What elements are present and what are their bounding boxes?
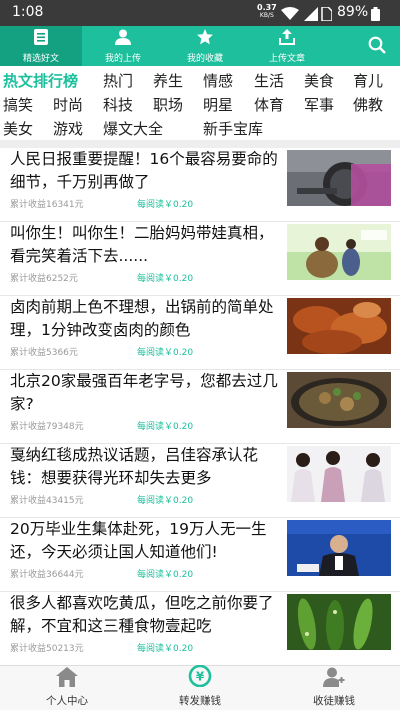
net-speed-value: 0.37	[257, 3, 277, 12]
nav-label: 收徒赚钱	[313, 695, 355, 707]
article-thumbnail	[287, 520, 391, 576]
category-grid: 热文排行榜 热门 养生 情感 生活 美食 育儿 搞笑 时尚 科技 职场 明星 体…	[0, 66, 400, 140]
net-speed-unit: KB/S	[259, 12, 274, 19]
category-item[interactable]: 育儿	[353, 70, 383, 91]
nav-label: 转发赚钱	[179, 695, 221, 707]
tab-label: 精选好文	[22, 53, 59, 64]
nav-personal-center[interactable]: 个人中心	[30, 666, 104, 710]
category-item[interactable]: 爆文大全	[103, 118, 163, 139]
category-item[interactable]: 游戏	[53, 118, 83, 139]
category-row: 搞笑 时尚 科技 职场 明星 体育 军事 佛教	[0, 94, 400, 118]
article-earnings: 累计收益6252元	[10, 274, 78, 284]
yuan-icon: ¥	[188, 664, 212, 691]
category-item[interactable]: 明星	[203, 94, 233, 115]
article-item[interactable]: 戛纳红毯成热议话题，吕佳容承认花钱：想要获得光环却失去更多 累计收益43415元…	[0, 444, 400, 518]
article-per-read: 每阅读￥0.20	[137, 644, 194, 654]
category-hot-ranking[interactable]: 热文排行榜	[3, 70, 78, 91]
article-earnings: 累计收益5366元	[10, 348, 78, 358]
article-thumbnail	[287, 446, 391, 502]
article-title: 很多人都喜欢吃黄瓜，但吃之前你要了解，不宜和这三種食物壹起吃	[10, 594, 274, 635]
category-item[interactable]: 体育	[254, 94, 284, 115]
user-icon	[115, 29, 131, 49]
category-item[interactable]: 情感	[203, 70, 233, 91]
no-sim-icon	[320, 6, 333, 25]
document-icon	[33, 28, 49, 49]
upload-icon	[279, 28, 295, 49]
net-speed: 0.37 KB/S	[257, 4, 277, 20]
article-title: 戛纳红毯成热议话题，吕佳容承认花钱：想要获得光环却失去更多	[10, 446, 259, 487]
category-item[interactable]: 新手宝库	[203, 118, 263, 139]
article-per-read: 每阅读￥0.20	[137, 496, 194, 506]
category-item[interactable]: 时尚	[53, 94, 83, 115]
top-nav: 精选好文 我的上传 我的收藏 上传文章	[0, 26, 400, 66]
category-item[interactable]: 军事	[304, 94, 334, 115]
article-title: 人民日报重要提醒！16个最容易要命的细节，千万别再做了	[10, 150, 278, 191]
article-title: 北京20家最强百年老字号，您都去过几家?	[10, 372, 278, 413]
nav-label: 个人中心	[46, 695, 88, 707]
category-item[interactable]: 职场	[153, 94, 183, 115]
tab-featured[interactable]: 精选好文	[0, 26, 82, 66]
article-item[interactable]: 人民日报重要提醒！16个最容易要命的细节，千万别再做了 累计收益16341元 每…	[0, 148, 400, 222]
star-icon	[197, 28, 213, 49]
wifi-icon	[281, 6, 299, 25]
article-title: 叫你生！叫你生！二胎妈妈带娃真相，看完笑着活下去......	[10, 224, 274, 265]
article-per-read: 每阅读￥0.20	[137, 200, 194, 210]
article-thumbnail	[287, 150, 391, 206]
tab-my-uploads[interactable]: 我的上传	[82, 26, 164, 66]
article-item[interactable]: 北京20家最强百年老字号，您都去过几家? 累计收益79348元 每阅读￥0.20	[0, 370, 400, 444]
home-icon	[56, 667, 78, 691]
category-item[interactable]: 美食	[304, 70, 334, 91]
nav-recruit-earn[interactable]: 收徒赚钱	[296, 666, 372, 710]
category-item[interactable]: 生活	[254, 70, 284, 91]
category-item[interactable]: 养生	[153, 70, 183, 91]
section-divider	[0, 140, 400, 148]
battery-icon	[371, 6, 380, 25]
category-row: 热文排行榜 热门 养生 情感 生活 美食 育儿	[0, 70, 400, 94]
article-earnings: 累计收益36644元	[10, 570, 84, 580]
article-thumbnail	[287, 298, 391, 354]
article-per-read: 每阅读￥0.20	[137, 274, 194, 284]
article-per-read: 每阅读￥0.20	[137, 570, 194, 580]
nav-share-earn[interactable]: ¥ 转发赚钱	[162, 664, 238, 710]
article-earnings: 累计收益43415元	[10, 496, 84, 506]
tab-upload-article[interactable]: 上传文章	[246, 26, 328, 66]
category-item[interactable]: 科技	[103, 94, 133, 115]
article-title: 20万毕业生集体赴死，19万人无一生还，今天必须让国人知道他们!	[10, 520, 267, 561]
status-bar: 1:08 0.37 KB/S 89%	[0, 0, 400, 26]
signal-icon	[304, 6, 318, 25]
article-item[interactable]: 卤肉前期上色不理想，出锅前的简单处理，1分钟改变卤肉的颜色 累计收益5366元 …	[0, 296, 400, 370]
article-thumbnail	[287, 224, 391, 280]
category-item[interactable]: 美女	[3, 118, 33, 139]
article-title: 卤肉前期上色不理想，出锅前的简单处理，1分钟改变卤肉的颜色	[10, 298, 274, 339]
article-thumbnail	[287, 372, 391, 428]
article-earnings: 累计收益50213元	[10, 644, 84, 654]
category-item[interactable]: 搞笑	[3, 94, 33, 115]
tab-my-favorites[interactable]: 我的收藏	[164, 26, 246, 66]
add-user-icon	[323, 667, 345, 691]
article-item[interactable]: 叫你生！叫你生！二胎妈妈带娃真相，看完笑着活下去...... 累计收益6252元…	[0, 222, 400, 296]
status-time: 1:08	[12, 4, 44, 20]
category-row: 美女 游戏 爆文大全 新手宝库	[0, 118, 400, 142]
battery-percent: 89%	[337, 4, 369, 20]
tab-label: 上传文章	[268, 53, 305, 64]
category-item[interactable]: 佛教	[353, 94, 383, 115]
article-earnings: 累计收益79348元	[10, 422, 84, 432]
article-per-read: 每阅读￥0.20	[137, 348, 194, 358]
tab-label: 我的收藏	[186, 53, 223, 64]
search-icon[interactable]	[368, 36, 386, 58]
article-per-read: 每阅读￥0.20	[137, 422, 194, 432]
category-item[interactable]: 热门	[103, 70, 133, 91]
article-item[interactable]: 很多人都喜欢吃黄瓜，但吃之前你要了解，不宜和这三種食物壹起吃 累计收益50213…	[0, 592, 400, 666]
svg-text:¥: ¥	[196, 670, 205, 684]
bottom-nav: 个人中心 ¥ 转发赚钱 收徒赚钱	[0, 664, 400, 710]
article-item[interactable]: 20万毕业生集体赴死，19万人无一生还，今天必须让国人知道他们! 累计收益366…	[0, 518, 400, 592]
article-earnings: 累计收益16341元	[10, 200, 84, 210]
tab-label: 我的上传	[104, 53, 141, 64]
article-thumbnail	[287, 594, 391, 650]
